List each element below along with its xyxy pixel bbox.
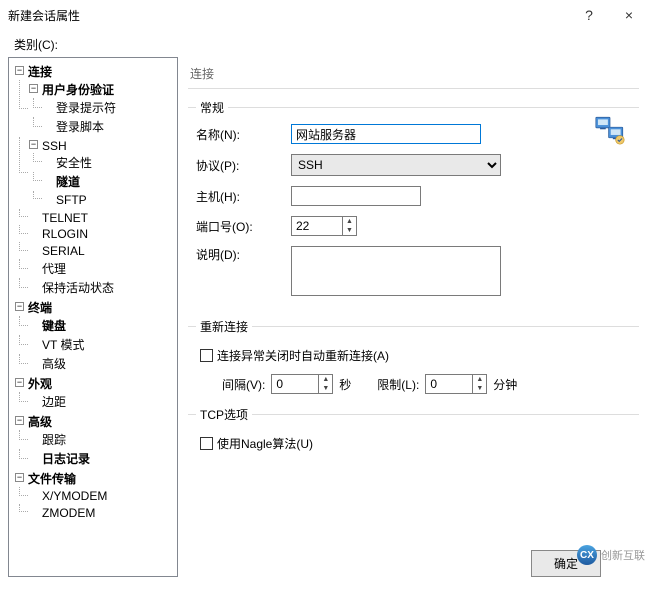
tree-keyboard[interactable]: 键盘 — [42, 319, 66, 333]
tree-ssh[interactable]: SSH — [42, 139, 67, 153]
tree-appearance[interactable]: 外观 — [28, 377, 52, 391]
tree-serial[interactable]: SERIAL — [42, 244, 85, 258]
host-label: 主机(H): — [196, 188, 291, 205]
tree-trace[interactable]: 跟踪 — [42, 433, 66, 447]
seconds-label: 秒 — [339, 376, 351, 393]
tree-log[interactable]: 日志记录 — [42, 452, 90, 466]
tree-sftp[interactable]: SFTP — [56, 193, 87, 207]
chevron-up-icon[interactable]: ▲ — [319, 375, 332, 384]
name-input[interactable] — [291, 124, 481, 144]
reconnect-group: 重新连接 连接异常关闭时自动重新连接(A) 间隔(V): ▲▼ 秒 限制(L):… — [188, 318, 639, 396]
reconnect-legend: 重新连接 — [196, 318, 252, 335]
tree-proxy[interactable]: 代理 — [42, 262, 66, 276]
general-legend: 常规 — [196, 99, 228, 116]
titlebar: 新建会话属性 ? × — [0, 0, 649, 30]
limit-label: 限制(L): — [377, 376, 419, 393]
desc-textarea[interactable] — [291, 246, 501, 296]
interval-input[interactable] — [272, 375, 318, 393]
tree-security[interactable]: 安全性 — [56, 156, 92, 170]
name-label: 名称(N): — [196, 126, 291, 143]
tree-login-script[interactable]: 登录脚本 — [56, 120, 104, 134]
toggle-icon[interactable] — [29, 140, 38, 149]
toggle-icon[interactable] — [29, 84, 38, 93]
tree-vtmode[interactable]: VT 模式 — [42, 338, 84, 352]
toggle-icon[interactable] — [15, 302, 24, 311]
tree-login-prompt[interactable]: 登录提示符 — [56, 101, 116, 115]
toggle-icon[interactable] — [15, 473, 24, 482]
close-button[interactable]: × — [609, 0, 649, 30]
chevron-up-icon[interactable]: ▲ — [343, 217, 356, 226]
tcp-group: TCP选项 使用Nagle算法(U) — [188, 406, 639, 464]
tree-filetransfer[interactable]: 文件传输 — [28, 472, 76, 486]
tree-advanced-t[interactable]: 高级 — [42, 357, 66, 371]
category-label: 类别(C): — [0, 30, 649, 57]
watermark-icon: CX — [577, 545, 597, 565]
help-button[interactable]: ? — [569, 0, 609, 30]
interval-spinner[interactable]: ▲▼ — [271, 374, 333, 394]
port-label: 端口号(O): — [196, 218, 291, 235]
tree-xymodem[interactable]: X/YMODEM — [42, 489, 107, 503]
right-panel: 连接 常规 名称(N): 协议(P): S — [178, 57, 649, 590]
tree-margin[interactable]: 边距 — [42, 395, 66, 409]
protocol-label: 协议(P): — [196, 157, 291, 174]
interval-label: 间隔(V): — [222, 376, 265, 393]
limit-input[interactable] — [426, 375, 472, 393]
tree-user-auth[interactable]: 用户身份验证 — [42, 83, 114, 97]
host-input[interactable] — [291, 186, 421, 206]
category-tree[interactable]: 连接 用户身份验证 登录提示符 登录脚本 SSH 安全性 隧道 — [11, 62, 175, 522]
nagle-label: 使用Nagle算法(U) — [217, 435, 313, 452]
tree-telnet[interactable]: TELNET — [42, 210, 88, 224]
tree-terminal[interactable]: 终端 — [28, 301, 52, 315]
tree-advanced[interactable]: 高级 — [28, 415, 52, 429]
connection-icon — [593, 113, 627, 150]
general-group: 常规 名称(N): 协议(P): SSH 主机(H): 端口号(O): ▲▼ — [188, 99, 639, 308]
toggle-icon[interactable] — [15, 378, 24, 387]
desc-label: 说明(D): — [196, 246, 291, 263]
minutes-label: 分钟 — [493, 376, 517, 393]
tree-tunnel[interactable]: 隧道 — [56, 175, 80, 189]
port-spinner[interactable]: ▲▼ — [291, 216, 357, 236]
panel-heading: 连接 — [188, 61, 639, 88]
chevron-down-icon[interactable]: ▼ — [319, 384, 332, 393]
chevron-down-icon[interactable]: ▼ — [473, 384, 486, 393]
watermark: CX 创新互联 — [577, 545, 645, 565]
tree-zmodem[interactable]: ZMODEM — [42, 506, 95, 520]
content: 连接 用户身份验证 登录提示符 登录脚本 SSH 安全性 隧道 — [0, 57, 649, 590]
chevron-up-icon[interactable]: ▲ — [473, 375, 486, 384]
port-input[interactable] — [292, 217, 342, 235]
tree-connection[interactable]: 连接 — [28, 65, 52, 79]
window-title: 新建会话属性 — [8, 7, 569, 24]
tree-keepalive[interactable]: 保持活动状态 — [42, 281, 114, 295]
watermark-text: 创新互联 — [601, 547, 645, 563]
toggle-icon[interactable] — [15, 416, 24, 425]
nagle-checkbox[interactable] — [200, 437, 213, 450]
tree-panel: 连接 用户身份验证 登录提示符 登录脚本 SSH 安全性 隧道 — [8, 57, 178, 577]
toggle-icon[interactable] — [15, 66, 24, 75]
tcp-legend: TCP选项 — [196, 406, 252, 423]
protocol-select[interactable]: SSH — [291, 154, 501, 176]
reconnect-checkbox[interactable] — [200, 349, 213, 362]
tree-rlogin[interactable]: RLOGIN — [42, 227, 88, 241]
chevron-down-icon[interactable]: ▼ — [343, 226, 356, 235]
reconnect-chk-label: 连接异常关闭时自动重新连接(A) — [217, 347, 389, 364]
limit-spinner[interactable]: ▲▼ — [425, 374, 487, 394]
divider — [188, 88, 639, 89]
